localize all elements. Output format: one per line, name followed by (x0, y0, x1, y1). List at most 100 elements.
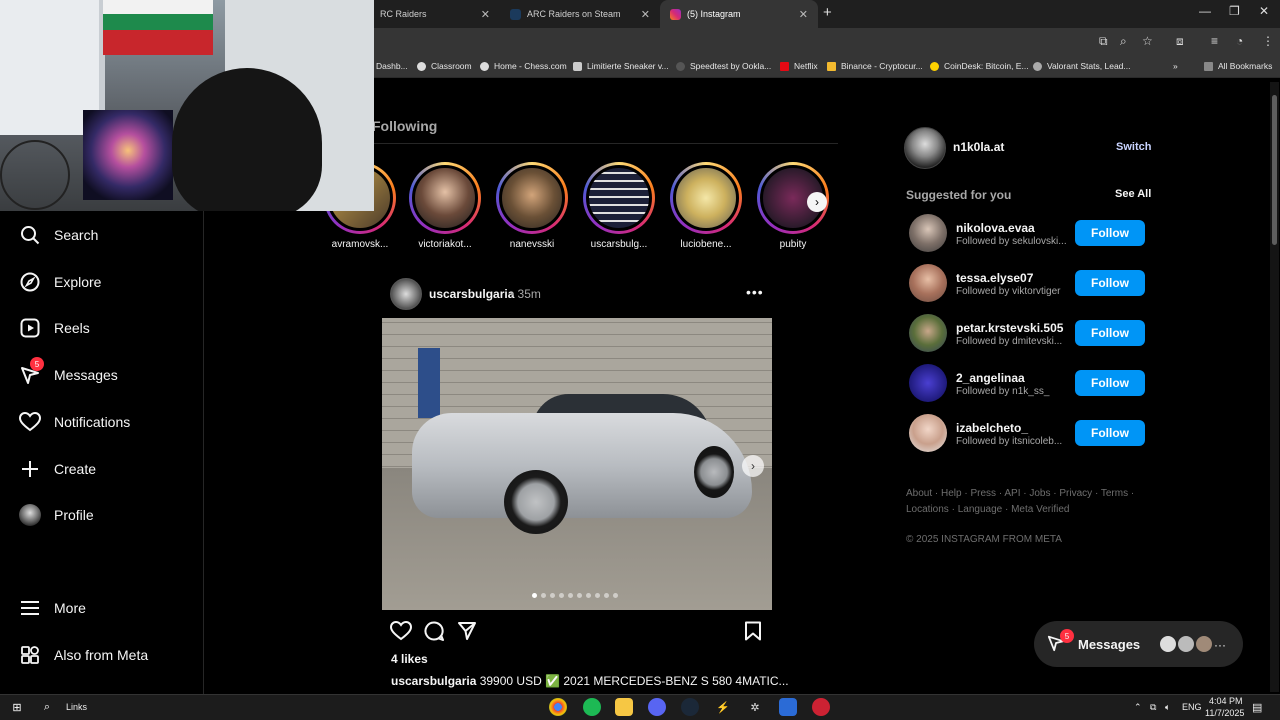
follow-button[interactable]: Follow (1075, 370, 1145, 396)
follow-button[interactable]: Follow (1075, 420, 1145, 446)
suggestion-avatar[interactable] (909, 314, 947, 352)
bookmark[interactable]: Valorant Stats, Lead... (1033, 61, 1130, 71)
close-icon[interactable]: ✕ (799, 8, 808, 21)
app-icon[interactable] (812, 698, 830, 716)
chevron-right-icon[interactable]: › (807, 192, 827, 212)
bookmark[interactable]: Classroom (417, 61, 472, 71)
tray-chevron-icon[interactable]: ⌃ (1134, 702, 1142, 713)
steam-icon (510, 8, 521, 20)
suggestion-avatar[interactable] (909, 264, 947, 302)
clock-date[interactable]: 11/7/2025 (1205, 708, 1244, 718)
file-explorer-icon[interactable] (615, 698, 633, 716)
menu-icon[interactable]: ⋮ (1262, 34, 1274, 48)
nav-more[interactable]: More (18, 596, 86, 620)
compass-icon (18, 270, 42, 294)
save-icon[interactable] (744, 621, 762, 646)
more-options-icon[interactable]: ••• (746, 284, 764, 300)
post-username[interactable]: uscarsbulgaria (429, 287, 514, 301)
nav-explore[interactable]: Explore (18, 270, 101, 294)
windows-start-icon[interactable]: ⊞ (8, 698, 26, 716)
close-window-icon[interactable]: ✕ (1259, 4, 1269, 18)
nav-profile[interactable]: Profile (18, 503, 94, 527)
likes-count[interactable]: 4 likes (391, 652, 428, 666)
valorant-icon[interactable]: ⚡ (714, 698, 732, 716)
suggestion-avatar[interactable] (909, 364, 947, 402)
tab-instagram[interactable]: (5) Instagram ✕ (660, 0, 818, 28)
carousel-dot (577, 593, 582, 598)
suggestion-name[interactable]: 2_angelinaa (956, 371, 1025, 385)
nav-also-from-meta[interactable]: Also from Meta (18, 643, 148, 667)
close-icon[interactable]: ✕ (481, 8, 490, 21)
suggestion-avatar[interactable] (909, 214, 947, 252)
volume-icon[interactable]: 🔈︎ (1165, 702, 1170, 713)
tab-label: (5) Instagram (687, 9, 741, 19)
close-icon[interactable]: ✕ (641, 8, 650, 21)
network-icon[interactable]: ⧉ (1150, 702, 1156, 713)
bookmarks-overflow-icon[interactable]: » (1173, 61, 1178, 71)
extensions-icon[interactable]: ⧈ (1176, 34, 1184, 49)
media-icon[interactable]: ≡ (1211, 34, 1218, 48)
nav-messages[interactable]: 5 Messages (18, 357, 118, 387)
suggestion-avatar[interactable] (909, 414, 947, 452)
bookmark[interactable]: Dashb... (376, 61, 408, 71)
story-item[interactable]: uscarsbulg... (581, 162, 657, 250)
see-all-link[interactable]: See All (1115, 188, 1151, 200)
suggestion-name[interactable]: nikolova.evaa (956, 221, 1035, 235)
suggestion-name[interactable]: izabelcheto_ (956, 421, 1028, 435)
story-item[interactable]: nanevsski (494, 162, 570, 250)
footer-links[interactable]: About · Help · Press · API · Jobs · Priv… (906, 486, 1166, 502)
image-door (418, 348, 440, 418)
nav-create[interactable]: Create (18, 457, 96, 481)
nav-search[interactable]: Search (18, 223, 98, 247)
post-avatar[interactable] (390, 278, 422, 310)
discord-icon[interactable] (648, 698, 666, 716)
minimize-icon[interactable]: — (1199, 4, 1211, 18)
language-indicator[interactable]: ENG (1182, 702, 1202, 712)
bookmark[interactable]: All Bookmarks (1204, 61, 1272, 71)
restore-icon[interactable]: ❐ (1229, 4, 1240, 18)
zoom-icon[interactable]: ⌕ (1120, 34, 1127, 49)
bookmark[interactable]: Home - Chess.com (480, 61, 567, 71)
story-item[interactable]: victoriakot... (407, 162, 483, 250)
app-icon[interactable] (779, 698, 797, 716)
bookmark[interactable]: Netflix (780, 61, 818, 71)
nav-notifications[interactable]: Notifications (18, 410, 130, 434)
caption-username[interactable]: uscarsbulgaria (391, 674, 476, 688)
account-name[interactable]: n1k0la.at (953, 140, 1004, 154)
spotify-icon[interactable] (583, 698, 601, 716)
install-icon[interactable]: ⧉ (1099, 34, 1108, 49)
comment-icon[interactable] (424, 621, 445, 646)
bookmark[interactable]: Speedtest by Ookla... (676, 61, 771, 71)
bookmark[interactable]: Limitierte Sneaker v... (573, 61, 669, 71)
like-icon[interactable] (389, 620, 413, 646)
bookmark[interactable]: Binance - Cryptocur... (827, 61, 923, 71)
star-icon[interactable]: ☆ (1142, 34, 1153, 48)
next-image-icon[interactable]: › (742, 455, 764, 477)
taskbar-search[interactable]: Links (66, 702, 87, 712)
follow-button[interactable]: Follow (1075, 320, 1145, 346)
chrome-icon[interactable] (549, 698, 567, 716)
notification-center-icon[interactable]: ▤ (1252, 701, 1262, 714)
footer-links[interactable]: Locations · Language · Meta Verified (906, 502, 1166, 518)
follow-button[interactable]: Follow (1075, 220, 1145, 246)
scrollbar-thumb[interactable] (1272, 95, 1277, 245)
profile-icon[interactable]: ◔ (1236, 34, 1243, 48)
avatar[interactable] (904, 127, 946, 169)
clock-time[interactable]: 4:04 PM (1209, 696, 1243, 706)
new-tab-button[interactable]: + (823, 4, 832, 21)
more-icon[interactable]: ··· (1214, 638, 1226, 652)
follow-button[interactable]: Follow (1075, 270, 1145, 296)
tab-arc-raiders-steam[interactable]: ARC Raiders on Steam ✕ (500, 0, 660, 28)
app-icon[interactable]: ✲ (746, 698, 764, 716)
bookmark[interactable]: CoinDesk: Bitcoin, E... (930, 61, 1029, 71)
nav-reels[interactable]: Reels (18, 316, 90, 340)
suggestion-name[interactable]: petar.krstevski.505 (956, 321, 1063, 335)
steam-icon[interactable] (681, 698, 699, 716)
search-icon[interactable]: ⌕ (38, 698, 56, 716)
suggestion-name[interactable]: tessa.elyse07 (956, 271, 1033, 285)
switch-button[interactable]: Switch (1116, 141, 1151, 153)
share-icon[interactable] (457, 621, 477, 646)
tab-arc-raiders[interactable]: RC Raiders ✕ (360, 0, 500, 28)
story-item[interactable]: luciobene... (668, 162, 744, 250)
post-image[interactable] (382, 318, 772, 610)
